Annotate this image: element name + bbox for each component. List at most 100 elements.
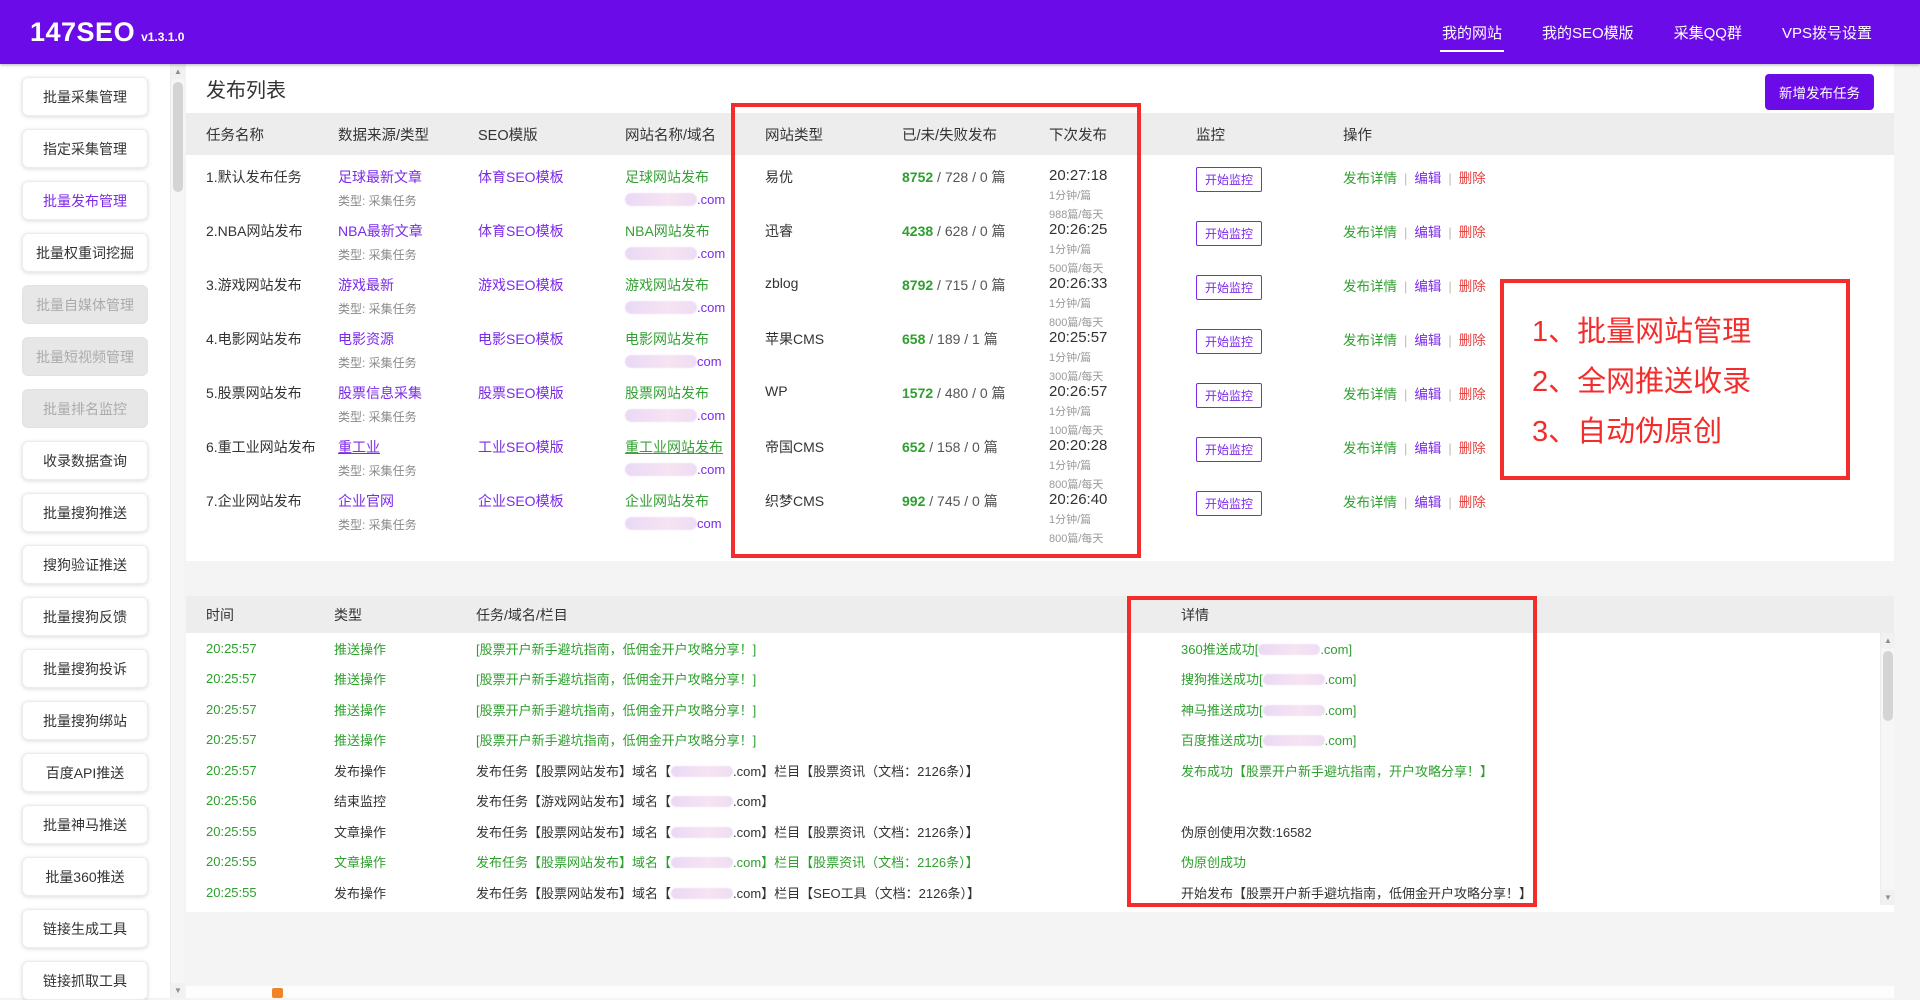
start-monitor-button[interactable]: 开始监控 <box>1196 329 1262 354</box>
data-source-link[interactable]: NBA最新文章 <box>338 223 423 239</box>
sidebar-item-label: 指定采集管理 <box>43 139 127 159</box>
publish-detail-link[interactable]: 发布详情 <box>1343 441 1397 456</box>
delete-link[interactable]: 删除 <box>1459 441 1486 456</box>
site-name-link[interactable]: 企业网站发布 <box>625 493 709 509</box>
action-separator: | <box>1404 387 1407 402</box>
delete-link[interactable]: 删除 <box>1459 387 1486 402</box>
log-task-text: [股票开户新手避坑指南，低佣金开户攻略分享！] <box>476 733 756 748</box>
start-monitor-button[interactable]: 开始监控 <box>1196 167 1262 192</box>
site-name-link[interactable]: 电影网站发布 <box>625 331 709 347</box>
seo-template-link[interactable]: 股票SEO模版 <box>478 385 564 401</box>
data-source-link[interactable]: 企业官网 <box>338 493 394 509</box>
main-scrollbar[interactable]: ▲ ▼ <box>170 64 184 998</box>
row-actions: 发布详情|编辑|删除 <box>1343 167 1894 187</box>
data-source-link[interactable]: 股票信息采集 <box>338 385 422 401</box>
censored-domain-blur <box>1263 674 1325 685</box>
col-task-name: 任务名称 <box>206 124 338 145</box>
censored-domain-blur <box>671 888 733 899</box>
start-monitor-button[interactable]: 开始监控 <box>1196 491 1262 516</box>
sidebar-item-label: 批量搜狗反馈 <box>43 607 127 627</box>
seo-template-link[interactable]: 企业SEO模板 <box>478 493 564 509</box>
data-source-link[interactable]: 重工业 <box>338 439 380 455</box>
site-name-link[interactable]: 足球网站发布 <box>625 169 709 185</box>
delete-link[interactable]: 删除 <box>1459 279 1486 294</box>
site-name-link[interactable]: 股票网站发布 <box>625 385 709 401</box>
sidebar-item[interactable]: 批量神马推送 <box>22 805 148 844</box>
start-monitor-button[interactable]: 开始监控 <box>1196 275 1262 300</box>
start-monitor-button[interactable]: 开始监控 <box>1196 383 1262 408</box>
seo-template-link[interactable]: 工业SEO模版 <box>478 439 564 455</box>
sidebar-item[interactable]: 收录数据查询 <box>22 441 148 480</box>
next-publish: 20:26:57 1分钟/篇 100篇/每天 <box>1049 383 1196 438</box>
publish-detail-link[interactable]: 发布详情 <box>1343 171 1397 186</box>
sidebar-item-label: 批量发布管理 <box>43 191 127 211</box>
source-type-label: 类型: 采集任务 <box>338 408 478 425</box>
log-task: [股票开户新手避坑指南，低佣金开户攻略分享！] <box>476 639 1181 658</box>
sidebar-item[interactable]: 批量搜狗投诉 <box>22 649 148 688</box>
sidebar-item[interactable]: 批量搜狗反馈 <box>22 597 148 636</box>
edit-link[interactable]: 编辑 <box>1414 495 1441 510</box>
scroll-up-arrow-icon[interactable]: ▲ <box>1881 633 1895 648</box>
site-name-link[interactable]: 重工业网站发布 <box>625 439 723 455</box>
delete-link[interactable]: 删除 <box>1459 171 1486 186</box>
sidebar-item[interactable]: 批量短视频管理 <box>22 337 148 376</box>
task-name: 1.默认发布任务 <box>206 167 338 187</box>
add-publish-task-button[interactable]: 新增发布任务 <box>1765 74 1874 110</box>
sidebar-item[interactable]: 批量自媒体管理 <box>22 285 148 324</box>
sidebar-item[interactable]: 批量采集管理 <box>22 77 148 116</box>
scrollbar-thumb[interactable] <box>173 82 183 192</box>
publish-detail-link[interactable]: 发布详情 <box>1343 387 1397 402</box>
edit-link[interactable]: 编辑 <box>1414 333 1441 348</box>
data-source-link[interactable]: 游戏最新 <box>338 277 394 293</box>
edit-link[interactable]: 编辑 <box>1414 387 1441 402</box>
scroll-up-arrow-icon[interactable]: ▲ <box>171 64 185 79</box>
log-task: 发布任务【股票网站发布】域名【.com】栏目【股票资讯（文档：2126条）】 <box>476 852 1181 871</box>
sidebar-item[interactable]: 批量360推送 <box>22 857 148 896</box>
sidebar-item[interactable]: 指定采集管理 <box>22 129 148 168</box>
edit-link[interactable]: 编辑 <box>1414 171 1441 186</box>
nav-item[interactable]: VPS拨号设置 <box>1762 0 1892 64</box>
seo-template-link[interactable]: 电影SEO模板 <box>478 331 564 347</box>
sidebar-item[interactable]: 批量搜狗绑站 <box>22 701 148 740</box>
log-type: 文章操作 <box>334 852 476 871</box>
publish-detail-link[interactable]: 发布详情 <box>1343 333 1397 348</box>
delete-link[interactable]: 删除 <box>1459 495 1486 510</box>
start-monitor-button[interactable]: 开始监控 <box>1196 221 1262 246</box>
seo-template-link[interactable]: 体育SEO模板 <box>478 223 564 239</box>
site-name-link[interactable]: NBA网站发布 <box>625 223 710 239</box>
scroll-down-arrow-icon[interactable]: ▼ <box>171 983 185 998</box>
sidebar-item[interactable]: 批量权重词挖掘 <box>22 233 148 272</box>
sidebar-item-label: 批量神马推送 <box>43 815 127 835</box>
sidebar-item[interactable]: 批量排名监控 <box>22 389 148 428</box>
scroll-down-arrow-icon[interactable]: ▼ <box>1881 890 1895 905</box>
delete-link[interactable]: 删除 <box>1459 225 1486 240</box>
sidebar-item[interactable]: 批量发布管理 <box>22 181 148 220</box>
publish-detail-link[interactable]: 发布详情 <box>1343 495 1397 510</box>
sidebar-item[interactable]: 链接生成工具 <box>22 909 148 948</box>
data-source-link[interactable]: 足球最新文章 <box>338 169 422 185</box>
nav-item[interactable]: 我的网站 <box>1422 0 1522 64</box>
site-name-link[interactable]: 游戏网站发布 <box>625 277 709 293</box>
log-row: 20:25:55 文章操作 发布任务【股票网站发布】域名【.com】栏目【股票资… <box>186 847 1894 878</box>
log-scrollbar[interactable]: ▲ ▼ <box>1880 633 1894 905</box>
scrollbar-thumb[interactable] <box>1883 651 1893 721</box>
edit-link[interactable]: 编辑 <box>1414 441 1441 456</box>
sidebar-item[interactable]: 链接抓取工具 <box>22 961 148 1000</box>
delete-link[interactable]: 删除 <box>1459 333 1486 348</box>
seo-template-link[interactable]: 游戏SEO模板 <box>478 277 564 293</box>
nav-item[interactable]: 采集QQ群 <box>1654 0 1762 64</box>
sidebar-item[interactable]: 搜狗验证推送 <box>22 545 148 584</box>
publish-detail-link[interactable]: 发布详情 <box>1343 279 1397 294</box>
edit-link[interactable]: 编辑 <box>1414 279 1441 294</box>
publish-detail-link[interactable]: 发布详情 <box>1343 225 1397 240</box>
nav-item[interactable]: 我的SEO模版 <box>1522 0 1654 64</box>
sidebar-item[interactable]: 批量搜狗推送 <box>22 493 148 532</box>
seo-template-link[interactable]: 体育SEO模板 <box>478 169 564 185</box>
data-source-link[interactable]: 电影资源 <box>338 331 394 347</box>
start-monitor-button[interactable]: 开始监控 <box>1196 437 1262 462</box>
edit-link[interactable]: 编辑 <box>1414 225 1441 240</box>
sidebar-item[interactable]: 百度API推送 <box>22 753 148 792</box>
log-type: 推送操作 <box>334 700 476 719</box>
publish-rate: 1分钟/篇 <box>1049 403 1196 419</box>
action-separator: | <box>1448 225 1451 240</box>
